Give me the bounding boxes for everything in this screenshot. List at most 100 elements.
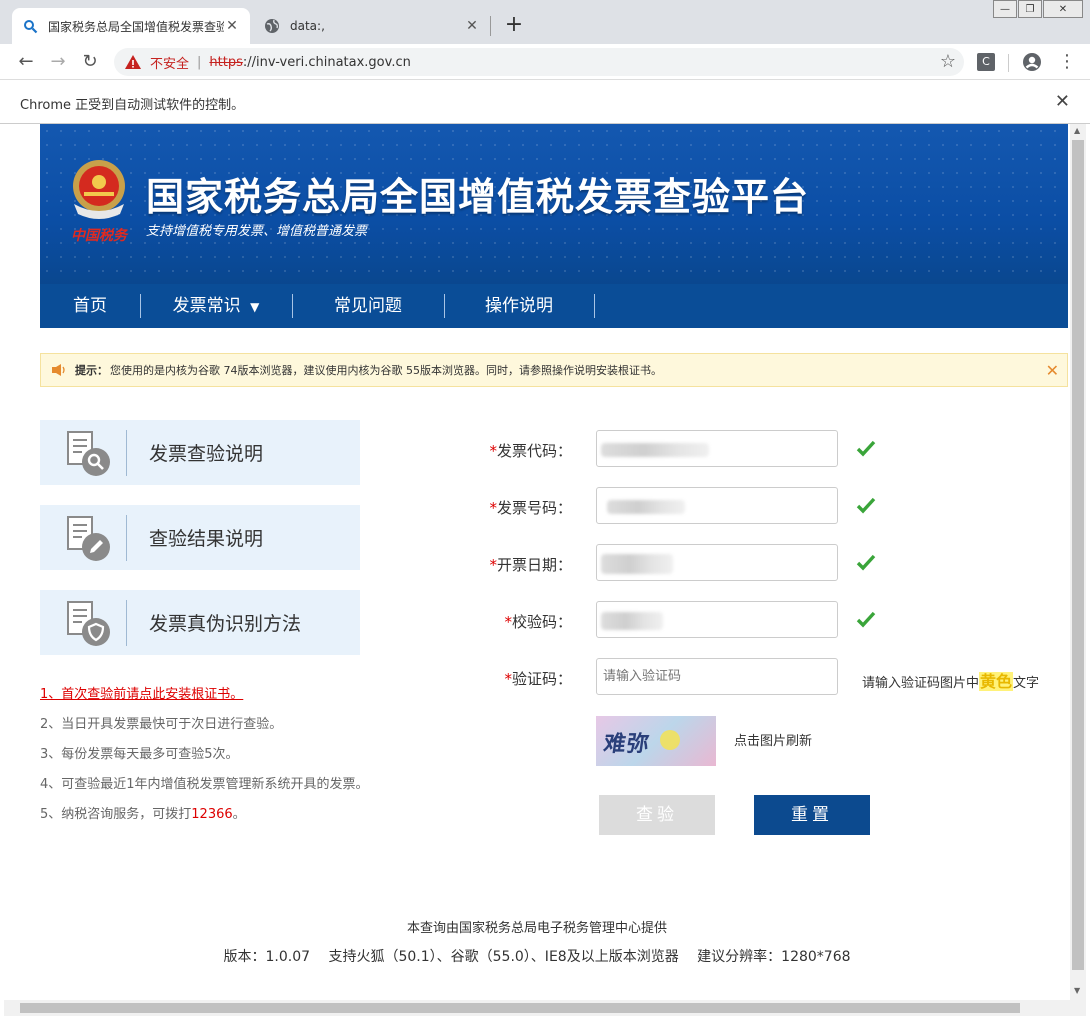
tips-list: 1、首次查验前请点此安装根证书。 2、当日开具发票最快可于次日进行查验。 3、每… (40, 684, 440, 834)
invoice-date-input[interactable] (596, 544, 838, 581)
nav-item-instructions[interactable]: 操作说明 (444, 284, 594, 328)
tax-emblem-icon: 中国税务 (71, 160, 129, 244)
checkmark-icon (856, 611, 876, 628)
tab-strip: 国家税务总局全国增值税发票查验 ✕ data:, ✕ + — ❐ ✕ (0, 0, 1090, 44)
captcha-hint: 请输入验证码图片中黄色文字 (862, 668, 1039, 692)
restore-button[interactable]: ❐ (1018, 0, 1042, 18)
redacted-value (607, 500, 685, 514)
tip-hotline-text: 5、纳税咨询服务，可拨打 (40, 807, 192, 822)
document-search-icon (67, 430, 110, 476)
vertical-scrollbar[interactable]: ▲ ▼ (1070, 124, 1086, 1000)
minimize-button[interactable]: — (993, 0, 1017, 18)
profile-avatar-icon[interactable] (1022, 52, 1042, 72)
page-viewport: 中国税务 国家税务总局全国增值税发票查验平台 支持增值税专用发票、增值税普通发票… (4, 124, 1070, 1000)
horizontal-scrollbar[interactable] (4, 1000, 1086, 1016)
invoice-number-row: *发票号码： (444, 487, 1064, 525)
card-result-guide[interactable]: 查验结果说明 (40, 505, 360, 570)
check-code-input[interactable] (596, 601, 838, 638)
captcha-input[interactable] (597, 659, 837, 694)
footer-version: 版本：1.0.07 (223, 949, 311, 965)
nav-label: 发票常识 (172, 296, 241, 316)
notice-label: 提示： (75, 364, 108, 377)
tab-close-icon[interactable]: ✕ (464, 18, 480, 34)
invoice-date-label: *开票日期： (489, 554, 572, 575)
extension-icon[interactable]: C (977, 53, 995, 71)
invoice-number-input[interactable] (596, 487, 838, 524)
checkmark-icon (856, 440, 876, 457)
check-button[interactable]: 查验 (599, 795, 715, 835)
document-edit-icon (67, 515, 110, 561)
close-window-button[interactable]: ✕ (1043, 0, 1083, 18)
nav-item-home[interactable]: 首页 (40, 284, 140, 328)
hint-suffix: 文字 (1013, 676, 1040, 691)
label-text: 验证码： (511, 670, 572, 688)
bookmark-star-icon[interactable]: ☆ (940, 51, 956, 72)
browser-toolbar: ← → ↻ 不安全 | https ://inv-veri.chinatax.g… (0, 44, 1090, 80)
tip-install-certificate[interactable]: 1、首次查验前请点此安装根证书。 (40, 684, 440, 714)
hint-prefix: 请输入验证码图片中 (862, 676, 980, 691)
scrollbar-thumb[interactable] (1072, 140, 1084, 970)
menu-kebab-icon[interactable]: ⋮ (1058, 50, 1076, 74)
document-shield-icon (67, 600, 110, 646)
back-button[interactable]: ← (14, 50, 38, 74)
redacted-value (601, 554, 673, 574)
card-divider (126, 514, 127, 561)
page-subtitle: 支持增值税专用发票、增值税普通发票 (146, 224, 368, 239)
infobar-close-icon[interactable]: ✕ (1055, 91, 1070, 112)
captcha-noise (660, 730, 680, 750)
notice-close-icon[interactable]: ✕ (1046, 361, 1059, 380)
label-text: 发票代码： (496, 442, 572, 460)
required-mark: * (489, 556, 497, 574)
captcha-label: *验证码： (504, 668, 572, 689)
magnifier-globe-icon (22, 18, 38, 34)
scrollbar-thumb[interactable] (20, 1003, 1020, 1013)
new-tab-button[interactable]: + (502, 12, 526, 40)
tab-data[interactable]: data:, ✕ (254, 8, 490, 44)
tab-invoice-verification[interactable]: 国家税务总局全国增值税发票查验 ✕ (12, 8, 250, 44)
card-label: 发票真伪识别方法 (149, 613, 302, 635)
invoice-code-row: *发票代码： (444, 430, 1064, 468)
captcha-image[interactable]: 难弥 (596, 716, 716, 766)
tab-close-icon[interactable]: ✕ (224, 18, 240, 34)
hint-color-word: 黄色 (979, 672, 1014, 691)
notice-text: 您使用的是内核为谷歌 74版本浏览器，建议使用内核为谷歌 55版本浏览器。同时，… (110, 364, 662, 377)
card-label: 发票查验说明 (149, 443, 264, 465)
scroll-down-icon[interactable]: ▼ (1074, 986, 1080, 995)
invoice-code-label: *发票代码： (489, 440, 572, 461)
card-verification-guide[interactable]: 发票查验说明 (40, 420, 360, 485)
tip-hotline: 5、纳税咨询服务，可拨打12366。 (40, 804, 440, 834)
automation-infobar: Chrome 正受到自动测试软件的控制。 ✕ (0, 80, 1090, 124)
address-bar[interactable]: 不安全 | https ://inv-veri.chinatax.gov.cn … (114, 48, 964, 76)
tip-hotline-end: 。 (232, 807, 246, 822)
refresh-captcha-text[interactable]: 点击图片刷新 (734, 730, 812, 749)
tip-one-year: 4、可查验最近1年内增值税发票管理新系统开具的发票。 (40, 777, 369, 792)
check-code-row: *校验码： (444, 601, 1064, 639)
security-label[interactable]: 不安全 (150, 53, 189, 72)
invoice-code-input[interactable] (596, 430, 838, 467)
reload-button[interactable]: ↻ (78, 50, 102, 74)
nav-item-faq[interactable]: 常见问题 (292, 284, 444, 328)
tab-title: 国家税务总局全国增值税发票查验 (48, 19, 224, 34)
emblem-caption: 中国税务 (71, 227, 129, 244)
captcha-input-wrapper[interactable] (596, 658, 838, 695)
url-separator: | (197, 54, 202, 70)
footer-resolution: 建议分辨率：1280*768 (697, 949, 851, 965)
card-authenticity-methods[interactable]: 发票真伪识别方法 (40, 590, 360, 655)
scroll-up-icon[interactable]: ▲ (1074, 126, 1080, 135)
notice-bar: 提示： 您使用的是内核为谷歌 74版本浏览器，建议使用内核为谷歌 55版本浏览器… (40, 353, 1068, 387)
install-certificate-link[interactable]: 1、首次查验前请点此安装根证书。 (40, 687, 243, 702)
reset-button[interactable]: 重置 (754, 795, 870, 835)
nav-item-invoice-knowledge[interactable]: 发票常识 ▼ (140, 284, 292, 328)
invoice-date-row: *开票日期： (444, 544, 1064, 582)
url-host: ://inv-veri.chinatax.gov.cn (242, 54, 411, 70)
card-divider (126, 599, 127, 646)
check-code-label: *校验码： (504, 611, 572, 632)
hotline-number: 12366 (191, 807, 233, 822)
page-title: 国家税务总局全国增值税发票查验平台 (146, 175, 810, 219)
warning-triangle-icon[interactable] (124, 53, 142, 71)
chevron-down-icon: ▼ (250, 300, 260, 314)
speaker-icon (52, 364, 65, 376)
site-banner: 中国税务 国家税务总局全国增值税发票查验平台 支持增值税专用发票、增值税普通发票 (40, 124, 1068, 284)
forward-button[interactable]: → (46, 50, 70, 74)
main-nav: 首页 发票常识 ▼ 常见问题 操作说明 (40, 284, 1068, 328)
